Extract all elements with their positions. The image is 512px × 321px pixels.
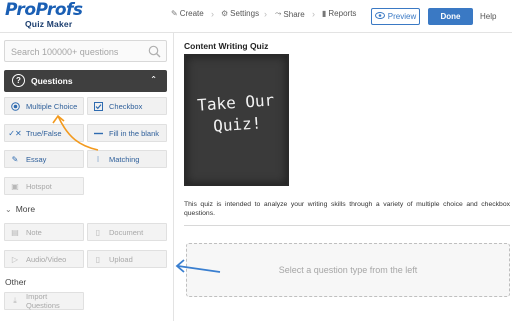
dropzone-hint: Select a question type from the left	[278, 265, 418, 275]
more-item-label: Document	[109, 227, 144, 237]
nav-share[interactable]: ⤳ Share	[275, 9, 305, 19]
more-section-header[interactable]: ⌄ More	[5, 204, 35, 214]
divider	[184, 225, 510, 226]
blank-line-icon	[93, 132, 103, 135]
pencil-icon: ✎	[11, 154, 19, 164]
logo-profs-text: Profs	[35, 0, 84, 20]
quiz-description[interactable]: This quiz is intended to analyze your wr…	[184, 200, 510, 218]
more-item-label: Audio/Video	[26, 254, 67, 264]
question-type-label: Fill in the blank	[109, 128, 160, 138]
nav-create[interactable]: ✎ Create	[171, 9, 204, 18]
question-type-hotspot[interactable]: ▣ Hotspot	[4, 177, 84, 195]
question-type-label: Hotspot	[26, 181, 52, 191]
question-mark-icon: ?	[12, 74, 25, 87]
other-section-header: Other	[5, 277, 26, 287]
search-icon[interactable]	[148, 45, 161, 58]
question-type-fill-in-the-blank[interactable]: Fill in the blank	[87, 124, 167, 142]
quiz-cover-image[interactable]: Take Our Quiz!	[184, 54, 289, 186]
top-bar: ProProfs Quiz Maker ✎ Create › ⚙ Setting…	[0, 0, 512, 33]
radio-icon	[10, 101, 20, 111]
logo-pro-text: Pro	[5, 0, 36, 20]
questions-header-label: Questions	[31, 76, 73, 86]
pencil-icon: ✎	[171, 9, 178, 18]
nav-settings[interactable]: ⚙ Settings	[221, 9, 259, 18]
done-button[interactable]: Done	[428, 8, 473, 25]
note-icon: ▤	[11, 227, 19, 237]
nav-separator: ›	[312, 9, 315, 19]
eye-icon	[374, 12, 385, 21]
question-type-label: Multiple Choice	[26, 101, 78, 111]
more-item-note[interactable]: ▤ Note	[4, 223, 84, 241]
question-type-multiple-choice[interactable]: Multiple Choice	[4, 97, 84, 115]
chevron-up-icon[interactable]: ⌃	[150, 75, 157, 84]
document-icon: ▯	[95, 227, 101, 237]
question-type-essay[interactable]: ✎ Essay	[4, 150, 84, 168]
questions-section-header[interactable]: ? Questions ⌃	[4, 70, 167, 92]
other-item-label: Import Questions	[25, 292, 60, 310]
other-item-import-questions[interactable]: ⤓ Import Questions	[4, 292, 84, 310]
search-input[interactable]	[11, 44, 143, 59]
nav-separator: ›	[264, 9, 267, 19]
nav-reports-label: Reports	[328, 9, 357, 18]
question-type-checkbox[interactable]: Checkbox	[87, 97, 167, 115]
hotspot-icon: ▣	[11, 181, 19, 191]
quiz-title[interactable]: Content Writing Quiz	[184, 41, 268, 51]
nav-share-label: Share	[283, 9, 305, 19]
preview-button[interactable]: Preview	[371, 8, 420, 25]
help-link[interactable]: Help	[480, 12, 496, 21]
share-icon: ⤳	[275, 9, 282, 18]
search-box	[4, 40, 167, 62]
true-false-icon: ✓✕	[8, 128, 22, 138]
proprofs-logo[interactable]: ProProfs Quiz Maker	[5, 1, 85, 31]
upload-icon: ▯	[95, 254, 101, 264]
question-type-label: Matching	[109, 154, 140, 164]
question-type-label: True/False	[26, 128, 62, 138]
nav-create-label: Create	[179, 9, 204, 18]
gear-icon: ⚙	[221, 9, 229, 18]
question-type-matching[interactable]: ⁝ Matching	[87, 150, 167, 168]
checkbox-icon	[93, 101, 103, 111]
matching-icon: ⁝	[96, 154, 100, 164]
import-icon: ⤓	[13, 296, 17, 305]
nav-reports[interactable]: ▮ Reports	[322, 9, 356, 18]
more-item-document[interactable]: ▯ Document	[87, 223, 167, 241]
question-type-label: Essay	[26, 154, 47, 164]
chevron-down-icon: ⌄	[5, 204, 12, 214]
more-item-label: Note	[26, 227, 42, 237]
question-type-label: Checkbox	[109, 101, 143, 111]
question-type-true-false[interactable]: ✓✕ True/False	[4, 124, 84, 142]
more-header-label: More	[15, 204, 36, 214]
more-item-audio-video[interactable]: ▷ Audio/Video	[4, 250, 84, 268]
audio-video-icon: ▷	[11, 254, 19, 264]
nav-separator: ›	[211, 9, 214, 19]
chart-icon: ▮	[322, 9, 327, 18]
more-item-upload[interactable]: ▯ Upload	[87, 250, 167, 268]
preview-label: Preview	[387, 12, 417, 21]
question-drop-zone[interactable]: Select a question type from the left	[186, 243, 510, 297]
other-header-label: Other	[5, 277, 27, 287]
nav-settings-label: Settings	[230, 9, 260, 18]
logo-subtitle: Quiz Maker	[25, 19, 73, 29]
more-item-label: Upload	[109, 254, 133, 264]
